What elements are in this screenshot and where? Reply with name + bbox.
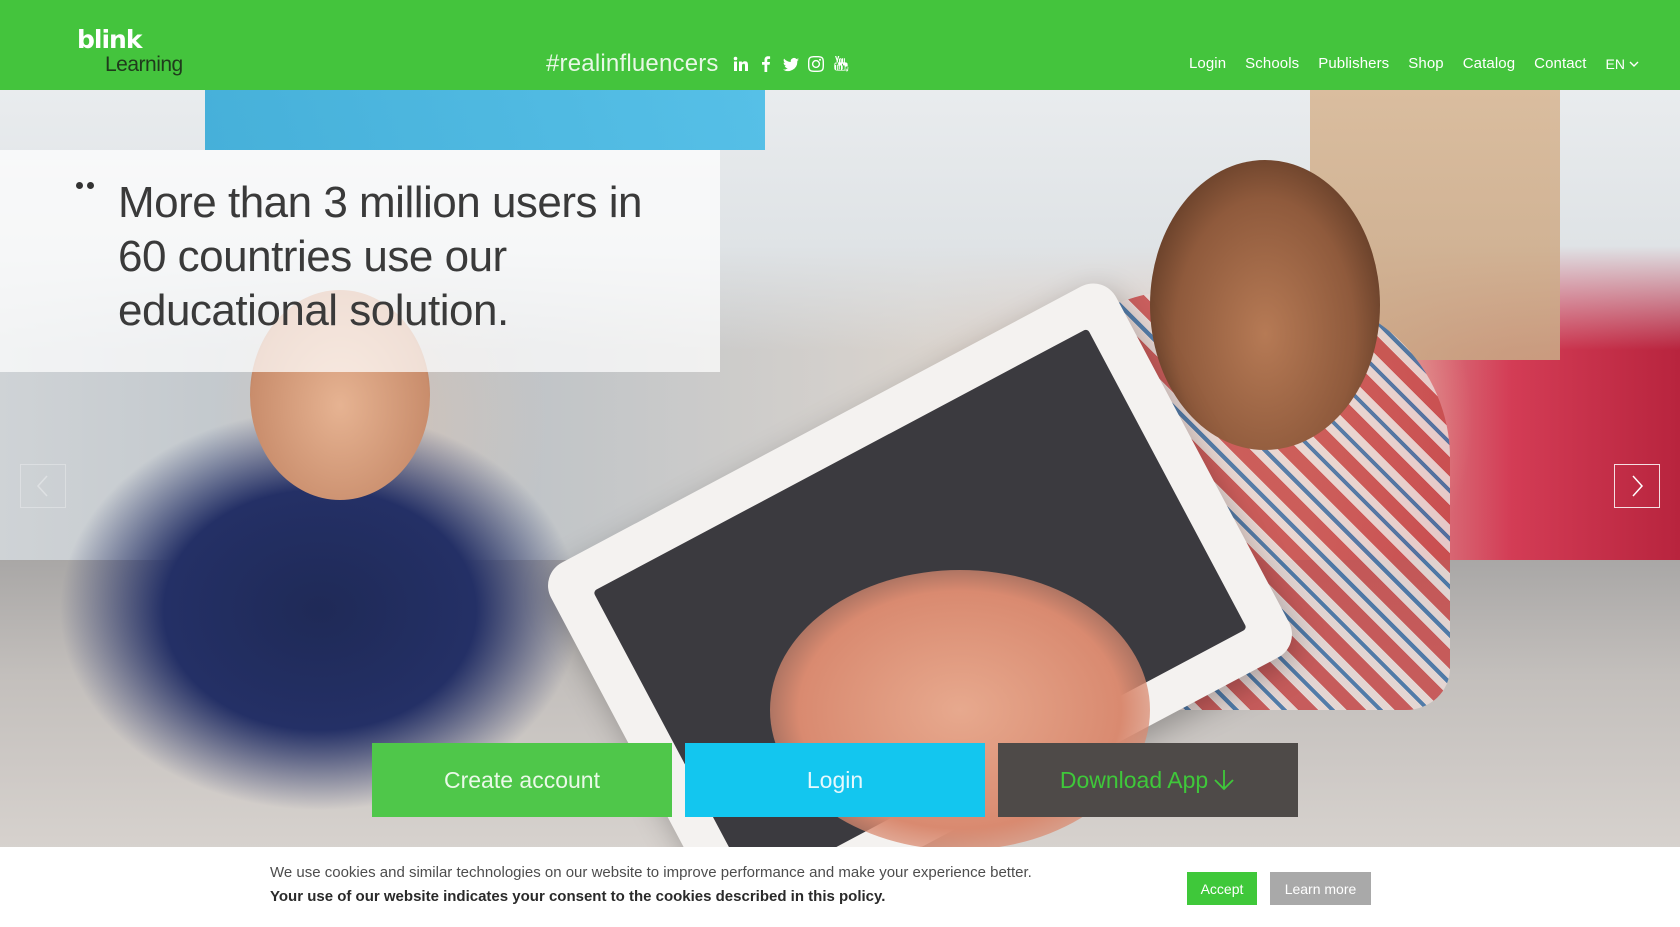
twitter-icon[interactable] (783, 55, 799, 73)
language-selector[interactable]: EN (1606, 56, 1639, 72)
hero-login-button[interactable]: Login (685, 743, 985, 817)
logo-text-blink: blink (77, 25, 142, 54)
hero-quote-box: More than 3 million users in 60 countrie… (0, 150, 720, 372)
linkedin-icon[interactable] (733, 55, 749, 73)
cookie-learn-more-button[interactable]: Learn more (1270, 872, 1371, 905)
nav-contact[interactable]: Contact (1534, 55, 1586, 72)
arrow-down-icon (1214, 770, 1234, 791)
blink-learning-logo[interactable]: blink Learning (77, 26, 183, 76)
hero-photo-girl-face (1150, 160, 1380, 450)
hero-quote-text: More than 3 million users in 60 countrie… (118, 178, 643, 335)
hero-slider: More than 3 million users in 60 countrie… (0, 90, 1680, 847)
nav-login[interactable]: Login (1189, 55, 1226, 72)
chevron-right-icon (1632, 475, 1644, 497)
cookie-banner: We use cookies and similar technologies … (0, 847, 1680, 927)
nav-publishers[interactable]: Publishers (1318, 55, 1389, 72)
main-nav: Login Schools Publishers Shop Catalog Co… (1170, 55, 1639, 72)
instagram-icon[interactable] (808, 55, 824, 73)
cookie-accept-button[interactable]: Accept (1187, 872, 1257, 905)
hashtag-realinfluencers[interactable]: #realinfluencers (546, 50, 719, 78)
download-app-button[interactable]: Download App (998, 743, 1298, 817)
language-label: EN (1605, 55, 1625, 72)
youtube-icon[interactable] (833, 55, 849, 73)
quote-icon (76, 182, 94, 189)
nav-catalog[interactable]: Catalog (1463, 55, 1515, 72)
nav-schools[interactable]: Schools (1245, 55, 1299, 72)
create-account-button[interactable]: Create account (372, 743, 672, 817)
site-header: blink Learning #realinfluencers Login Sc… (0, 0, 1680, 90)
cookie-message: We use cookies and similar technologies … (270, 864, 1032, 881)
slider-next-button[interactable] (1614, 464, 1660, 508)
cookie-consent-message: Your use of our website indicates your c… (270, 888, 886, 905)
chevron-left-icon (36, 475, 48, 497)
slider-prev-button[interactable] (20, 464, 66, 508)
download-app-label: Download App (1059, 766, 1209, 793)
hero-photo-wall-banner (205, 90, 765, 150)
facebook-icon[interactable] (758, 55, 774, 73)
chevron-down-icon (1629, 61, 1639, 67)
nav-shop[interactable]: Shop (1408, 55, 1443, 72)
social-links (733, 55, 849, 73)
logo-text-learning: Learning (105, 53, 183, 76)
